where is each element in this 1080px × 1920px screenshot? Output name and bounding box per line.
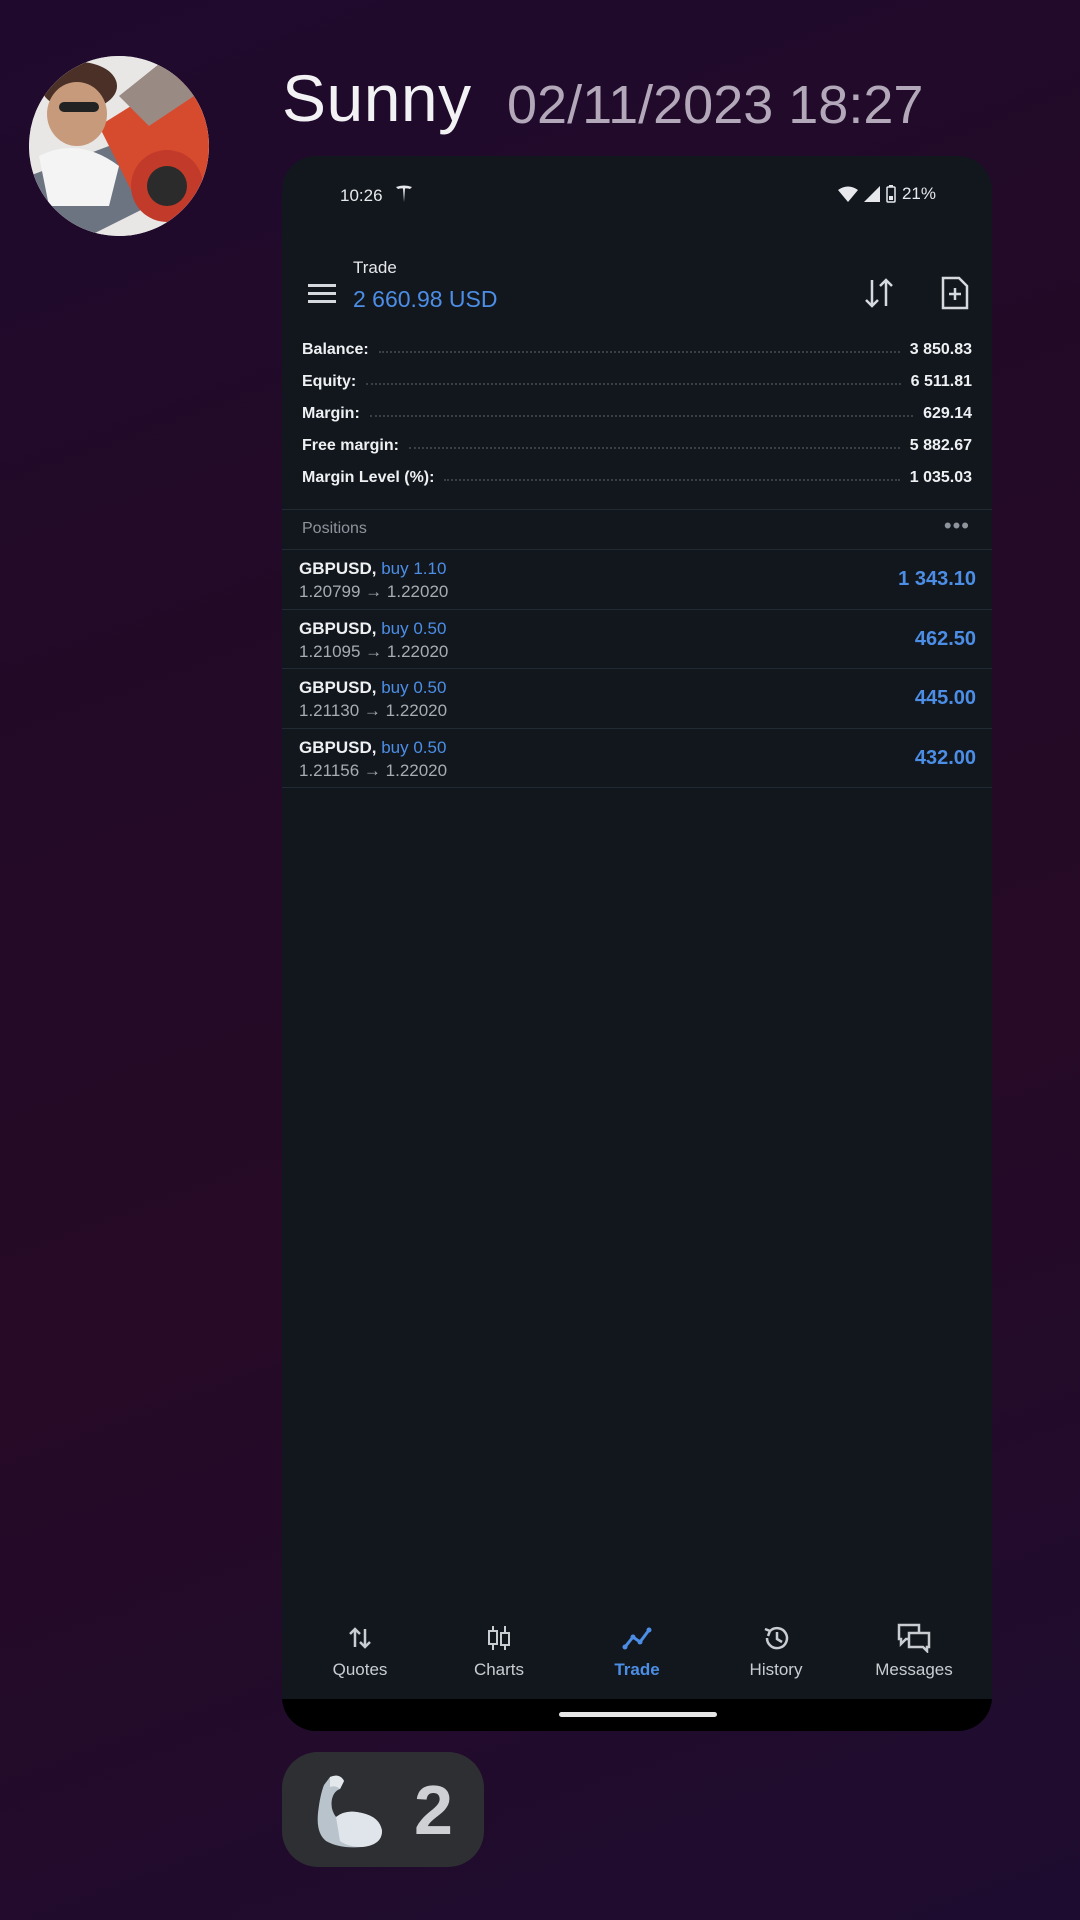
- summary-label: Free margin:: [302, 437, 399, 454]
- quotes-icon: [349, 1627, 371, 1649]
- summary-label: Margin Level (%):: [302, 469, 435, 486]
- nav-label: Messages: [875, 1660, 953, 1679]
- trend-icon: [622, 1627, 652, 1650]
- position-prices: 1.21130 → 1.22020: [299, 701, 448, 720]
- summary-value: 3 850.83: [909, 341, 972, 358]
- app-bar-title: Trade: [353, 258, 397, 277]
- nav-label: Trade: [614, 1660, 660, 1679]
- app-bar: Trade 2 660.98 USD: [282, 252, 992, 332]
- history-icon: [764, 1626, 789, 1650]
- summary-value: 5 882.67: [909, 437, 972, 454]
- tesla-icon: [394, 184, 414, 209]
- divider: [282, 509, 992, 510]
- position-profit: 445.00: [914, 687, 976, 709]
- position-row[interactable]: GBPUSD, buy 1.10 1.20799 → 1.22020 1 343…: [282, 550, 992, 609]
- position-prices: 1.20799 → 1.22020: [299, 582, 449, 601]
- position-row[interactable]: GBPUSD, buy 0.50 1.21095 → 1.22020 462.5…: [282, 610, 992, 669]
- sender-name[interactable]: Sunny: [282, 60, 472, 136]
- account-profit-value: 2 660.98 USD: [353, 286, 498, 312]
- position-symbol: GBPUSD,: [299, 559, 377, 578]
- flexed-biceps-icon: [317, 1775, 382, 1847]
- position-side: buy 0.50: [381, 678, 447, 697]
- chat-icon: [897, 1623, 931, 1653]
- phone-status-bar: 10:26 21%: [282, 156, 992, 236]
- margin-row: Margin: 629.14: [302, 398, 972, 430]
- position-symbol: GBPUSD,: [299, 619, 377, 638]
- divider: [282, 787, 992, 788]
- gesture-bar: [282, 1699, 992, 1731]
- nav-item-trade[interactable]: Trade: [577, 1620, 697, 1680]
- hamburger-menu-icon[interactable]: [308, 282, 336, 304]
- more-options-icon[interactable]: •••: [944, 515, 970, 537]
- nav-item-charts[interactable]: Charts: [439, 1620, 559, 1680]
- nav-item-messages[interactable]: Messages: [854, 1620, 974, 1680]
- status-time: 10:26: [340, 186, 383, 205]
- positions-header: Positions: [302, 520, 367, 537]
- position-row[interactable]: GBPUSD, buy 0.50 1.21130 → 1.22020 445.0…: [282, 669, 992, 728]
- position-profit: 1 343.10: [898, 568, 976, 590]
- position-prices: 1.21156 → 1.22020: [299, 761, 448, 780]
- margin-level-row: Margin Level (%): 1 035.03: [302, 462, 972, 494]
- avatar-photo: [29, 56, 209, 236]
- bottom-navigation: Quotes Charts Trade History Messages: [282, 1620, 992, 1696]
- position-symbol: GBPUSD,: [299, 678, 377, 697]
- position-prices: 1.21095 → 1.22020: [299, 642, 449, 661]
- battery-percent: 21%: [901, 184, 936, 203]
- position-row[interactable]: GBPUSD, buy 0.50 1.21156 → 1.22020 432.0…: [282, 729, 992, 788]
- summary-value: 629.14: [923, 405, 972, 422]
- nav-item-history[interactable]: History: [716, 1620, 836, 1680]
- reaction-count: 2: [414, 1770, 453, 1849]
- screenshot-attachment[interactable]: 10:26 21% Trade 2 660.98 USD Balance: 3 8…: [282, 156, 992, 1731]
- wifi-icon: [837, 186, 858, 202]
- signal-icon: [863, 186, 880, 202]
- free-margin-row: Free margin: 5 882.67: [302, 430, 972, 462]
- balance-row: Balance: 3 850.83: [302, 334, 972, 366]
- battery-icon: [886, 185, 896, 203]
- candlestick-icon: [488, 1626, 510, 1650]
- summary-label: Equity:: [302, 373, 357, 390]
- position-side: buy 1.10: [381, 559, 447, 578]
- position-profit: 462.50: [914, 628, 976, 650]
- sort-icon[interactable]: [862, 276, 896, 310]
- message-timestamp: 02/11/2023 18:27: [507, 75, 924, 135]
- position-profit: 432.00: [914, 747, 976, 769]
- reaction-chip[interactable]: 2: [282, 1752, 484, 1867]
- nav-item-quotes[interactable]: Quotes: [300, 1620, 420, 1680]
- nav-label: Quotes: [332, 1660, 388, 1679]
- summary-value: 6 511.81: [910, 373, 972, 390]
- position-symbol: GBPUSD,: [299, 738, 377, 757]
- summary-label: Balance:: [302, 341, 369, 358]
- summary-label: Margin:: [302, 405, 360, 422]
- position-side: buy 0.50: [381, 619, 447, 638]
- home-indicator[interactable]: [559, 1712, 717, 1717]
- position-side: buy 0.50: [381, 738, 447, 757]
- sender-avatar[interactable]: [29, 56, 209, 236]
- nav-label: Charts: [473, 1660, 525, 1679]
- new-order-icon[interactable]: [940, 276, 970, 310]
- equity-row: Equity: 6 511.81: [302, 366, 972, 398]
- nav-label: History: [749, 1660, 803, 1679]
- summary-value: 1 035.03: [909, 469, 972, 486]
